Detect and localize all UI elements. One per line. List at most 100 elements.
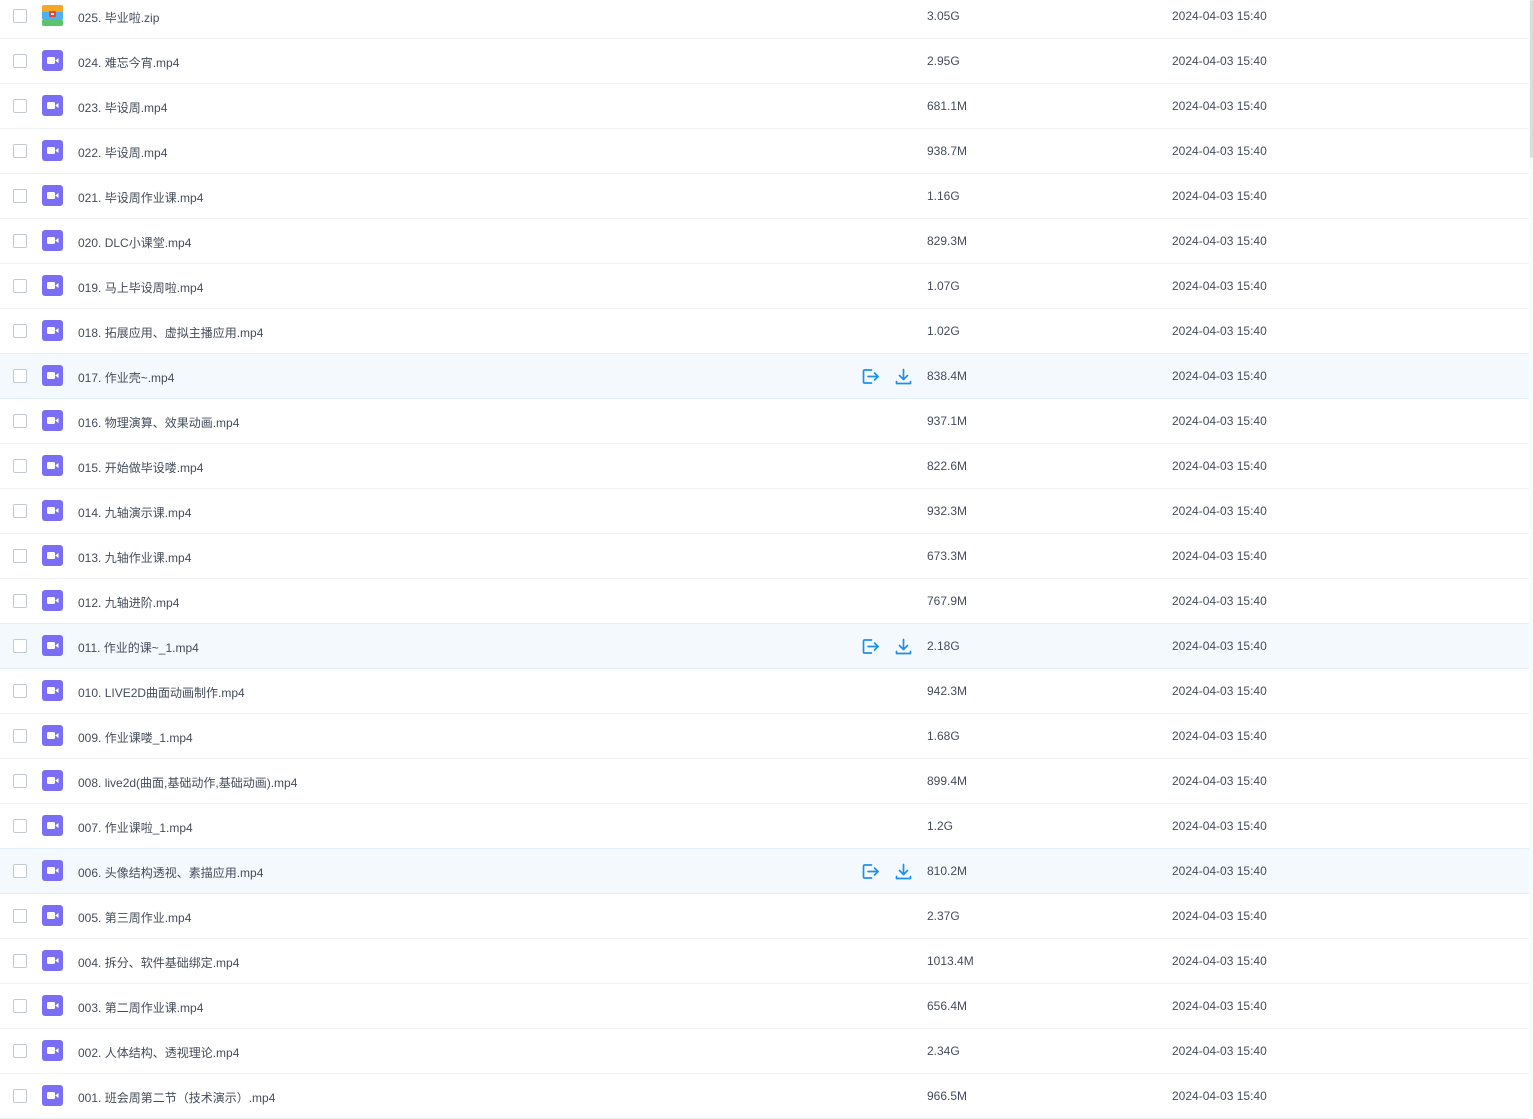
file-row[interactable]: 022. 毕设周.mp4 938.7M 2024-04-03 15:40 (0, 129, 1529, 174)
file-size: 810.2M (927, 864, 968, 878)
share-icon[interactable] (861, 367, 880, 386)
share-icon[interactable] (861, 862, 880, 881)
video-file-icon (42, 770, 63, 791)
row-checkbox[interactable] (13, 864, 27, 878)
file-size: 2.18G (927, 639, 960, 653)
video-file-icon (42, 680, 63, 701)
row-checkbox[interactable] (13, 1044, 27, 1058)
file-name-link[interactable]: 007. 作业课啦_1.mp4 (78, 819, 193, 836)
row-checkbox[interactable] (13, 999, 27, 1013)
file-row[interactable]: 025. 毕业啦.zip 3.05G 2024-04-03 15:40 (0, 0, 1529, 39)
row-checkbox[interactable] (13, 549, 27, 563)
row-checkbox[interactable] (13, 909, 27, 923)
file-name-link[interactable]: 001. 班会周第二节（技术演示）.mp4 (78, 1089, 275, 1106)
row-checkbox[interactable] (13, 459, 27, 473)
row-checkbox[interactable] (13, 774, 27, 788)
row-checkbox[interactable] (13, 819, 27, 833)
row-checkbox[interactable] (13, 369, 27, 383)
file-name-link[interactable]: 014. 九轴演示课.mp4 (78, 504, 191, 521)
file-size: 2.37G (927, 909, 960, 923)
row-checkbox[interactable] (13, 54, 27, 68)
row-checkbox[interactable] (13, 414, 27, 428)
file-name-link[interactable]: 013. 九轴作业课.mp4 (78, 549, 191, 566)
file-modified-date: 2024-04-03 15:40 (1172, 999, 1267, 1013)
row-checkbox[interactable] (13, 324, 27, 338)
scrollbar-track[interactable] (1529, 0, 1533, 1113)
file-name-link[interactable]: 003. 第二周作业课.mp4 (78, 999, 203, 1016)
video-file-icon (42, 95, 63, 116)
file-name-link[interactable]: 019. 马上毕设周啦.mp4 (78, 279, 203, 296)
file-list: 025. 毕业啦.zip 3.05G 2024-04-03 15:40 024. 难忘… (0, 0, 1529, 1119)
share-icon[interactable] (861, 637, 880, 656)
file-row[interactable]: 004. 拆分、软件基础绑定.mp4 1013.4M 2024-04-03 15:4… (0, 939, 1529, 984)
file-name-link[interactable]: 023. 毕设周.mp4 (78, 99, 167, 116)
file-row[interactable]: 001. 班会周第二节（技术演示）.mp4 966.5M 2024-04-03 15… (0, 1074, 1529, 1119)
row-checkbox[interactable] (13, 1089, 27, 1103)
file-name-link[interactable]: 017. 作业壳~.mp4 (78, 369, 174, 386)
file-row[interactable]: 014. 九轴演示课.mp4 932.3M 2024-04-03 15:40 (0, 489, 1529, 534)
file-row[interactable]: 018. 拓展应用、虚拟主播应用.mp4 1.02G 2024-04-03 15:4… (0, 309, 1529, 354)
video-file-icon (42, 500, 63, 521)
file-name-link[interactable]: 022. 毕设周.mp4 (78, 144, 167, 161)
file-row[interactable]: 002. 人体结构、透视理论.mp4 2.34G 2024-04-03 15:40 (0, 1029, 1529, 1074)
row-checkbox[interactable] (13, 954, 27, 968)
file-row[interactable]: 017. 作业壳~.mp4 838.4M 2024-04-03 15:40 (0, 353, 1529, 399)
file-name-link[interactable]: 018. 拓展应用、虚拟主播应用.mp4 (78, 324, 263, 341)
file-name-link[interactable]: 021. 毕设周作业课.mp4 (78, 189, 203, 206)
file-row[interactable]: 011. 作业的课~_1.mp4 2.18G 2024-04-03 15:40 (0, 623, 1529, 669)
download-icon[interactable] (894, 862, 913, 881)
file-name-link[interactable]: 016. 物理演算、效果动画.mp4 (78, 414, 239, 431)
row-checkbox[interactable] (13, 729, 27, 743)
download-icon[interactable] (894, 367, 913, 386)
file-modified-date: 2024-04-03 15:40 (1172, 54, 1267, 68)
file-row[interactable]: 013. 九轴作业课.mp4 673.3M 2024-04-03 15:40 (0, 534, 1529, 579)
file-modified-date: 2024-04-03 15:40 (1172, 684, 1267, 698)
file-row[interactable]: 019. 马上毕设周啦.mp4 1.07G 2024-04-03 15:40 (0, 264, 1529, 309)
video-file-icon (42, 455, 63, 476)
file-name-link[interactable]: 009. 作业课喽_1.mp4 (78, 729, 193, 746)
file-row[interactable]: 024. 难忘今宵.mp4 2.95G 2024-04-03 15:40 (0, 39, 1529, 84)
row-checkbox[interactable] (13, 639, 27, 653)
file-name-link[interactable]: 025. 毕业啦.zip (78, 9, 159, 26)
row-checkbox[interactable] (13, 504, 27, 518)
file-row[interactable]: 007. 作业课啦_1.mp4 1.2G 2024-04-03 15:40 (0, 804, 1529, 849)
row-checkbox[interactable] (13, 279, 27, 293)
file-row[interactable]: 010. LIVE2D曲面动画制作.mp4 942.3M 2024-04-03 15… (0, 669, 1529, 714)
file-name-link[interactable]: 008. live2d(曲面,基础动作,基础动画).mp4 (78, 774, 297, 791)
file-row[interactable]: 005. 第三周作业.mp4 2.37G 2024-04-03 15:40 (0, 894, 1529, 939)
file-name-link[interactable]: 010. LIVE2D曲面动画制作.mp4 (78, 684, 245, 701)
file-name-link[interactable]: 024. 难忘今宵.mp4 (78, 54, 179, 71)
row-checkbox[interactable] (13, 189, 27, 203)
file-row[interactable]: 015. 开始做毕设喽.mp4 822.6M 2024-04-03 15:40 (0, 444, 1529, 489)
file-name-link[interactable]: 020. DLC小课堂.mp4 (78, 234, 191, 251)
file-row[interactable]: 020. DLC小课堂.mp4 829.3M 2024-04-03 15:40 (0, 219, 1529, 264)
file-name-link[interactable]: 002. 人体结构、透视理论.mp4 (78, 1044, 239, 1061)
file-name-link[interactable]: 015. 开始做毕设喽.mp4 (78, 459, 203, 476)
file-row[interactable]: 003. 第二周作业课.mp4 656.4M 2024-04-03 15:40 (0, 984, 1529, 1029)
file-name-link[interactable]: 011. 作业的课~_1.mp4 (78, 639, 199, 656)
row-checkbox[interactable] (13, 234, 27, 248)
file-size: 932.3M (927, 504, 968, 518)
file-name-link[interactable]: 005. 第三周作业.mp4 (78, 909, 191, 926)
file-row[interactable]: 009. 作业课喽_1.mp4 1.68G 2024-04-03 15:40 (0, 714, 1529, 759)
file-modified-date: 2024-04-03 15:40 (1172, 324, 1267, 338)
file-row[interactable]: 023. 毕设周.mp4 681.1M 2024-04-03 15:40 (0, 84, 1529, 129)
file-modified-date: 2024-04-03 15:40 (1172, 729, 1267, 743)
file-size: 938.7M (927, 144, 968, 158)
file-size: 1013.4M (927, 954, 974, 968)
file-name-link[interactable]: 004. 拆分、软件基础绑定.mp4 (78, 954, 239, 971)
file-name-link[interactable]: 006. 头像结构透视、素描应用.mp4 (78, 864, 263, 881)
file-size: 767.9M (927, 594, 968, 608)
row-checkbox[interactable] (13, 99, 27, 113)
row-checkbox[interactable] (13, 594, 27, 608)
row-checkbox[interactable] (13, 684, 27, 698)
file-row[interactable]: 012. 九轴进阶.mp4 767.9M 2024-04-03 15:40 (0, 579, 1529, 624)
download-icon[interactable] (894, 637, 913, 656)
file-row[interactable]: 021. 毕设周作业课.mp4 1.16G 2024-04-03 15:40 (0, 174, 1529, 219)
row-checkbox[interactable] (13, 144, 27, 158)
file-name-link[interactable]: 012. 九轴进阶.mp4 (78, 594, 179, 611)
file-row[interactable]: 006. 头像结构透视、素描应用.mp4 810.2M 2024-04-03 15:… (0, 848, 1529, 894)
file-row[interactable]: 016. 物理演算、效果动画.mp4 937.1M 2024-04-03 15:40 (0, 399, 1529, 444)
file-row[interactable]: 008. live2d(曲面,基础动作,基础动画).mp4 899.4M 2024-… (0, 759, 1529, 804)
row-checkbox[interactable] (13, 9, 27, 23)
